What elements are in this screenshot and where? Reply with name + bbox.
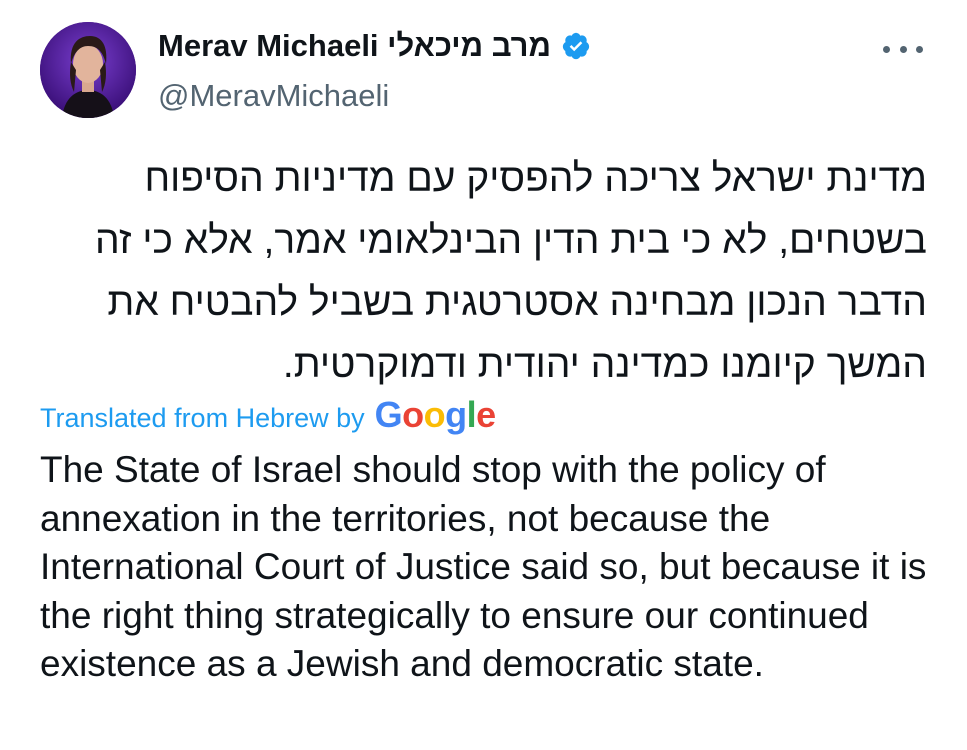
google-letter: e <box>476 394 496 435</box>
more-dot-icon <box>916 45 923 53</box>
translation-attribution[interactable]: Translated from Hebrew by Google <box>40 394 496 436</box>
google-letter: o <box>402 394 424 435</box>
more-dot-icon <box>899 45 907 53</box>
author-name-row: Merav Michaeli מרב מיכאלי <box>158 28 591 64</box>
more-dot-icon <box>883 45 890 53</box>
author-handle[interactable]: @MeravMichaeli <box>158 78 389 114</box>
translated-from-label: Translated from Hebrew by <box>40 403 365 433</box>
author-display-name[interactable]: Merav Michaeli מרב מיכאלי <box>158 28 551 64</box>
google-letter: G <box>374 394 403 435</box>
google-letter: g <box>445 394 467 435</box>
avatar[interactable] <box>40 22 136 118</box>
tweet-translated-text: The State of Israel should stop with the… <box>40 449 927 684</box>
avatar-photo-icon <box>40 22 136 118</box>
google-letter: o <box>423 394 446 435</box>
verified-badge-icon <box>562 32 590 60</box>
tweet-original-text: מדינת ישראל צריכה להפסיק עם מדיניות הסיפ… <box>94 157 927 386</box>
google-logo: Google <box>374 394 497 436</box>
more-options-icon[interactable] <box>883 38 923 60</box>
google-letter: l <box>466 394 477 435</box>
